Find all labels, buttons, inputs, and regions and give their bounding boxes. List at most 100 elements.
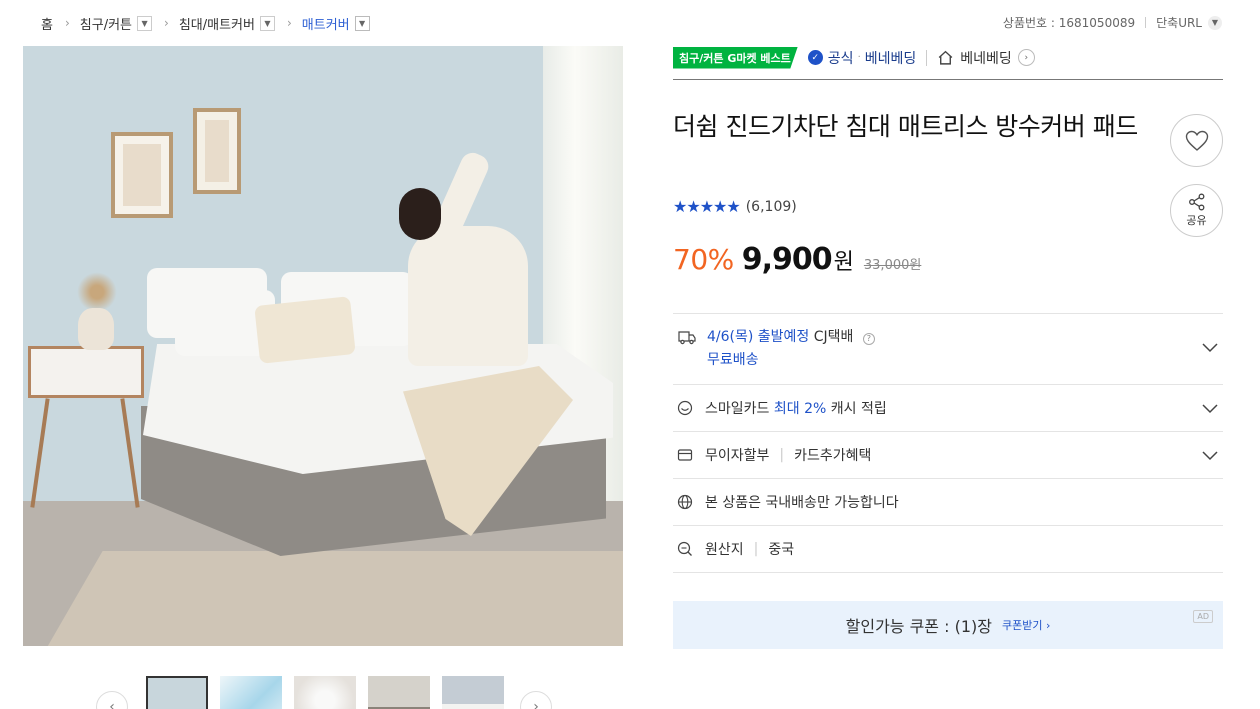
smile-icon — [677, 400, 693, 416]
product-main-image — [23, 46, 623, 646]
short-url-button[interactable]: 단축URL — [1156, 14, 1202, 31]
thumbnail-5[interactable] — [442, 676, 504, 709]
coupon-banner[interactable]: 할인가능 쿠폰 : (1)장 쿠폰받기 › AD — [673, 601, 1223, 649]
breadcrumb: 홈 › 침구/커튼 ▼ › 침대/매트커버 ▼ › 매트커버 ▼ — [41, 12, 370, 34]
delivery-text: 4/6(목) 출발예정 CJ택배 ? 무료배송 — [707, 329, 875, 369]
chevron-right-icon[interactable]: › — [1017, 49, 1035, 66]
origin-value: 중국 — [768, 542, 795, 558]
official-label: 공식 — [827, 50, 854, 67]
product-meta: 상품번호 : 1681050089 단축URL ▼ — [1003, 14, 1222, 31]
review-count[interactable]: (6,109) — [746, 199, 797, 215]
installment-row[interactable]: 무이자할부 | 카드추가혜택 — [673, 432, 1223, 479]
thumbnail-list — [146, 676, 516, 709]
divider: | — [753, 541, 759, 557]
smile-card-row[interactable]: 스마일카드 최대 2% 캐시 적립 — [673, 385, 1223, 432]
share-button[interactable]: 공유 — [1170, 184, 1223, 237]
product-title: 더쉼 진드기차단 침대 매트리스 방수커버 패드 — [673, 112, 1138, 141]
breadcrumb-home[interactable]: 홈 — [41, 14, 53, 33]
thumbnail-4[interactable] — [368, 676, 430, 709]
card-benefit-label: 카드추가혜택 — [794, 448, 872, 464]
discount-rate: 70% — [673, 243, 734, 276]
chevron-down-icon[interactable] — [1201, 446, 1219, 464]
image-decorative-pillow — [254, 296, 356, 364]
chevron-down-icon[interactable]: ▼ — [259, 15, 275, 31]
delivery-row[interactable]: 4/6(목) 출발예정 CJ택배 ? 무료배송 — [673, 314, 1223, 385]
card-icon — [677, 449, 693, 461]
divider: | — [779, 447, 785, 463]
heart-icon — [1185, 130, 1208, 151]
chevron-right-icon: › — [533, 699, 539, 709]
chevron-down-icon[interactable]: ▼ — [1208, 15, 1222, 30]
image-vase — [78, 308, 114, 350]
share-label: 공유 — [1186, 214, 1207, 227]
benefit-list: 4/6(목) 출발예정 CJ택배 ? 무료배송 스마일카드 최대 2% 캐시 적… — [673, 313, 1223, 573]
breadcrumb-category-label[interactable]: 매트커버 — [302, 14, 350, 33]
original-price: 33,000원 — [863, 258, 922, 273]
dot-separator: · — [857, 52, 861, 63]
image-model-hair — [399, 188, 441, 240]
currency-unit: 원 — [833, 250, 854, 275]
breadcrumb-category-label[interactable]: 침대/매트커버 — [179, 14, 255, 33]
ad-badge: AD — [1193, 610, 1213, 623]
thumbnail-next-button[interactable]: › — [520, 691, 552, 709]
origin-row: 원산지 | 중국 — [673, 526, 1223, 573]
thumbnail-2[interactable] — [220, 676, 282, 709]
divider — [926, 49, 928, 66]
breadcrumb-category-label[interactable]: 침구/커튼 — [80, 14, 132, 33]
truck-icon — [678, 331, 696, 345]
delivery-carrier: CJ택배 — [813, 329, 854, 345]
image-nightstand — [28, 346, 144, 398]
chevron-right-icon: › — [64, 16, 70, 30]
product-number: 상품번호 : 1681050089 — [1002, 16, 1136, 30]
magnifier-icon — [677, 541, 692, 556]
store-name[interactable]: 베네베딩 — [960, 48, 1012, 68]
smile-card-suffix: 캐시 적립 — [830, 401, 887, 417]
smile-card-label: 스마일카드 — [705, 401, 770, 417]
installment-label: 무이자할부 — [705, 448, 770, 464]
help-icon[interactable]: ? — [862, 332, 875, 345]
star-rating-icon: ★★★★★ — [673, 197, 741, 216]
chevron-left-icon: ‹ — [109, 699, 115, 709]
official-seller-name[interactable]: 베네베딩 — [865, 48, 917, 68]
sale-price: 9,900 — [741, 242, 833, 277]
chevron-right-icon: › — [286, 16, 292, 30]
domestic-shipping-text: 본 상품은 국내배송만 가능합니다 — [705, 495, 899, 511]
home-icon — [938, 50, 953, 65]
verified-check-icon: ✓ — [807, 50, 823, 65]
breadcrumb-category-mattress-cover[interactable]: 매트커버 ▼ — [302, 14, 370, 33]
chevron-down-icon[interactable] — [1201, 338, 1219, 356]
breadcrumb-category-bed-cover[interactable]: 침대/매트커버 ▼ — [179, 14, 275, 33]
delivery-date: 4/6(목) 출발예정 — [707, 329, 810, 345]
image-picture-frame — [111, 132, 173, 218]
image-model — [408, 226, 528, 366]
thumbnail-1[interactable] — [146, 676, 208, 709]
coupon-text: 할인가능 쿠폰 : (1)장 — [845, 617, 992, 636]
get-coupon-link[interactable]: 쿠폰받기 › — [1002, 617, 1050, 633]
domestic-shipping-row: 본 상품은 국내배송만 가능합니다 — [673, 479, 1223, 526]
breadcrumb-category-bedding[interactable]: 침구/커튼 ▼ — [80, 14, 153, 33]
thumbnail-prev-button[interactable]: ‹ — [96, 691, 128, 709]
chevron-down-icon[interactable]: ▼ — [137, 15, 153, 31]
seller-row: 침구/커튼 G마켓 베스트 ✓ 공식 · 베네베딩 베네베딩 › — [673, 46, 1223, 80]
thumbnail-strip: ‹ › — [96, 676, 552, 709]
product-info-panel: 침구/커튼 G마켓 베스트 ✓ 공식 · 베네베딩 베네베딩 › 더쉼 진드기차… — [673, 46, 1223, 649]
image-rug — [33, 551, 623, 646]
rating-row[interactable]: ★★★★★ (6,109) — [673, 197, 797, 216]
smile-card-rate: 최대 2% — [773, 401, 827, 417]
chevron-down-icon[interactable]: ▼ — [354, 15, 370, 31]
image-dried-flowers — [71, 272, 123, 312]
divider — [1145, 17, 1147, 28]
share-icon — [1188, 193, 1204, 211]
delivery-fee: 무료배송 — [707, 352, 759, 368]
price-row: 70% 9,900 원 33,000원 — [673, 242, 921, 277]
store-link[interactable]: 베네베딩 › — [937, 48, 1035, 68]
official-seller[interactable]: ✓ 공식 · 베네베딩 — [807, 48, 917, 68]
chevron-down-icon[interactable] — [1201, 399, 1219, 417]
origin-label: 원산지 — [705, 542, 744, 558]
wishlist-button[interactable] — [1170, 114, 1223, 167]
chevron-right-icon: › — [164, 16, 169, 30]
thumbnail-3[interactable] — [294, 676, 356, 709]
globe-icon — [677, 494, 693, 510]
best-badge[interactable]: 침구/커튼 G마켓 베스트 — [673, 46, 798, 69]
image-picture-frame — [193, 108, 241, 194]
